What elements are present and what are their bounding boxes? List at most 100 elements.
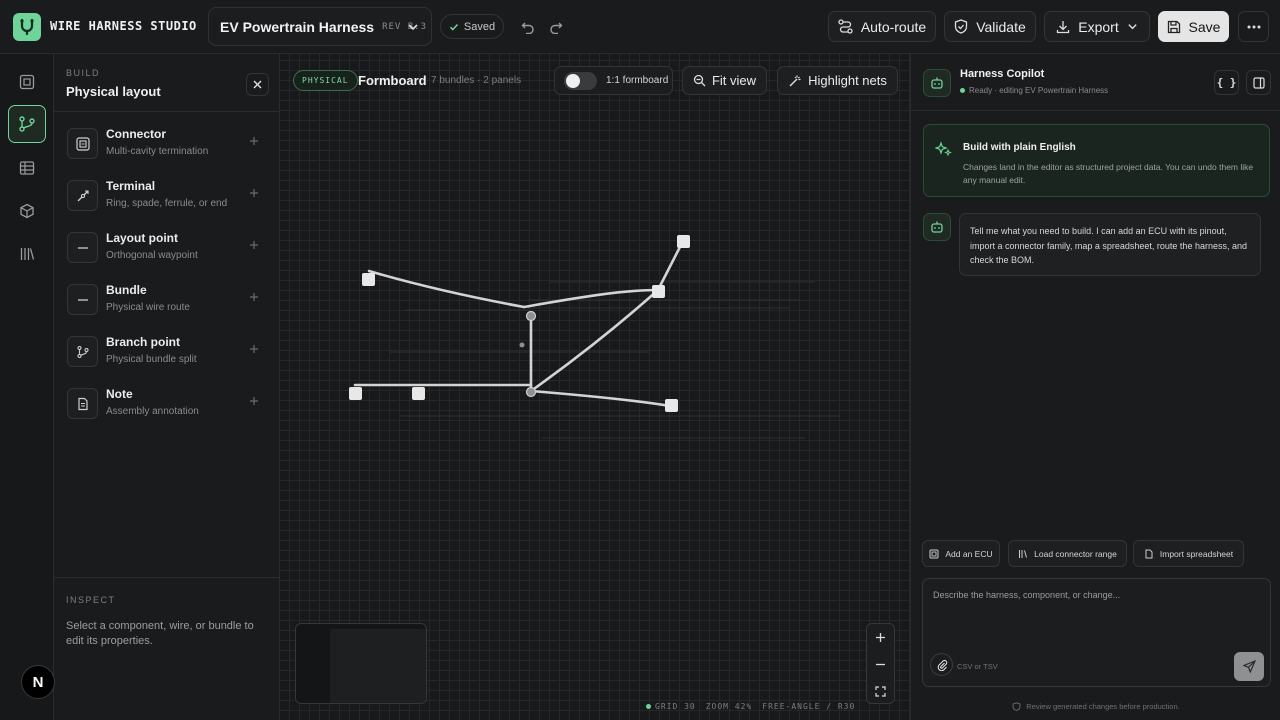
minus-icon <box>876 663 885 666</box>
connector-node[interactable] <box>652 285 665 298</box>
component-name: Connector <box>106 127 166 141</box>
toggle-track[interactable] <box>564 71 597 90</box>
branch-node[interactable] <box>525 386 537 398</box>
suggestion-label: Add an ECU <box>945 548 993 559</box>
build-panel: BUILD Physical layout Connector Multi-ca… <box>54 54 280 720</box>
zoom-in-button[interactable] <box>867 624 894 651</box>
fit-view-label: Fit view <box>711 73 757 88</box>
terminal-node[interactable] <box>349 387 362 400</box>
add-bundle-button[interactable] <box>246 289 262 305</box>
suggestion-label: Load connector range <box>1034 548 1117 559</box>
branch-node[interactable] <box>525 310 537 322</box>
connector-icon <box>75 136 90 151</box>
copilot-avatar <box>923 69 951 97</box>
prompt-composer[interactable]: Describe the harness, component, or chan… <box>922 578 1271 687</box>
harness-diagram[interactable] <box>280 54 910 720</box>
auto-route-button[interactable]: Auto-route <box>828 11 936 42</box>
sparkles-icon <box>935 141 952 157</box>
undo-icon <box>521 22 534 34</box>
shield-check-icon <box>955 19 968 34</box>
validate-button[interactable]: Validate <box>944 11 1036 42</box>
save-button[interactable]: Save <box>1158 11 1229 42</box>
toggle-panel-button[interactable] <box>1246 70 1271 95</box>
fullscreen-button[interactable] <box>867 678 894 705</box>
rail-physical-layout[interactable] <box>8 105 46 143</box>
copilot-intro-card: Build with plain English Changes land in… <box>923 124 1270 197</box>
redo-icon <box>549 22 562 34</box>
bundle-routes[interactable] <box>353 239 685 408</box>
component-icon-box <box>67 128 98 159</box>
copilot-status-text: Ready · editing EV Powertrain Harness <box>969 86 1109 95</box>
file-icon <box>1145 549 1153 558</box>
angle-status: FREE-ANGLE / R30 <box>762 702 856 711</box>
add-connector-button[interactable] <box>246 133 262 149</box>
bot-icon <box>931 221 943 233</box>
formboard-canvas[interactable]: PHYSICAL Formboard 7 bundles · 2 panels … <box>280 54 910 720</box>
send-button[interactable] <box>1234 652 1264 681</box>
zoom-out-button[interactable] <box>867 651 894 678</box>
rail-3d[interactable] <box>10 194 44 228</box>
suggestion-load-connector-range[interactable]: Load connector range <box>1008 540 1127 567</box>
suggestion-add-ecu[interactable]: Add an ECU <box>922 540 1000 567</box>
plus-icon <box>250 241 258 249</box>
component-icon-box <box>67 180 98 211</box>
rail-library[interactable] <box>10 237 44 271</box>
json-view-button[interactable]: { } <box>1214 70 1239 95</box>
layout-point-node[interactable] <box>519 342 525 348</box>
schematic-icon <box>19 74 35 90</box>
plus-icon <box>250 137 258 145</box>
attach-file-button[interactable] <box>930 653 953 676</box>
highlight-nets-button[interactable]: Highlight nets <box>777 66 898 95</box>
terminal-node[interactable] <box>665 399 678 412</box>
expand-icon <box>875 686 886 697</box>
component-branch-point[interactable]: Branch point Physical bundle split <box>66 332 272 372</box>
canvas-toolbar: PHYSICAL Formboard 7 bundles · 2 panels … <box>280 54 910 100</box>
minimap-viewport[interactable] <box>330 629 426 703</box>
check-icon <box>449 23 458 31</box>
component-terminal[interactable]: Terminal Ring, spade, ferrule, or end <box>66 176 272 216</box>
rail-tables[interactable] <box>10 151 44 185</box>
fit-view-button[interactable]: Fit view <box>682 66 767 95</box>
component-layout-point[interactable]: Layout point Orthogonal waypoint <box>66 228 272 268</box>
prompt-input[interactable]: Describe the harness, component, or chan… <box>933 590 1120 600</box>
grid-status: GRID 30 <box>646 702 696 711</box>
component-desc: Physical bundle split <box>106 354 197 365</box>
component-bundle[interactable]: Bundle Physical wire route <box>66 280 272 320</box>
export-button[interactable]: Export <box>1044 11 1150 42</box>
canvas-status: GRID 30 ZOOM 42% FREE-ANGLE / R30 <box>646 702 855 711</box>
close-panel-button[interactable] <box>246 73 269 96</box>
add-terminal-button[interactable] <box>246 185 262 201</box>
add-layout-point-button[interactable] <box>246 237 262 253</box>
more-menu-button[interactable] <box>1238 11 1269 42</box>
canvas-title: Formboard <box>358 73 427 88</box>
copilot-status: Ready · editing EV Powertrain Harness <box>960 86 1108 95</box>
formboard-toggle[interactable]: 1:1 formboard <box>554 66 673 95</box>
project-selector[interactable]: EV Powertrain Harness REV B.3 <box>208 7 432 46</box>
chip-icon <box>929 549 939 558</box>
toggle-knob <box>566 73 580 88</box>
component-connector[interactable]: Connector Multi-cavity termination <box>66 124 272 164</box>
intro-text: Changes land in the editor as structured… <box>963 162 1254 185</box>
rail-schematic[interactable] <box>10 65 44 99</box>
undo-button[interactable] <box>514 13 541 40</box>
component-icon-box <box>67 388 98 419</box>
add-branch-point-button[interactable] <box>246 341 262 357</box>
minimap[interactable] <box>295 623 427 704</box>
redo-button[interactable] <box>542 13 569 40</box>
add-note-button[interactable] <box>246 393 262 409</box>
suggestion-import-spreadsheet[interactable]: Import spreadsheet <box>1133 540 1244 567</box>
component-desc: Physical wire route <box>106 302 190 313</box>
left-rail <box>0 54 54 720</box>
user-avatar[interactable]: N <box>21 665 55 699</box>
intro-title: Build with plain English <box>963 142 1076 153</box>
zoom-controls <box>866 623 895 704</box>
download-icon <box>1057 20 1070 33</box>
suggestion-label: Import spreadsheet <box>1159 548 1234 559</box>
splice-node[interactable] <box>412 387 425 400</box>
bot-icon <box>931 77 943 89</box>
component-note[interactable]: Note Assembly annotation <box>66 384 272 424</box>
connector-node[interactable] <box>362 273 375 286</box>
assistant-avatar <box>923 213 951 241</box>
connector-node[interactable] <box>677 235 690 248</box>
mode-badge: PHYSICAL <box>293 70 358 91</box>
